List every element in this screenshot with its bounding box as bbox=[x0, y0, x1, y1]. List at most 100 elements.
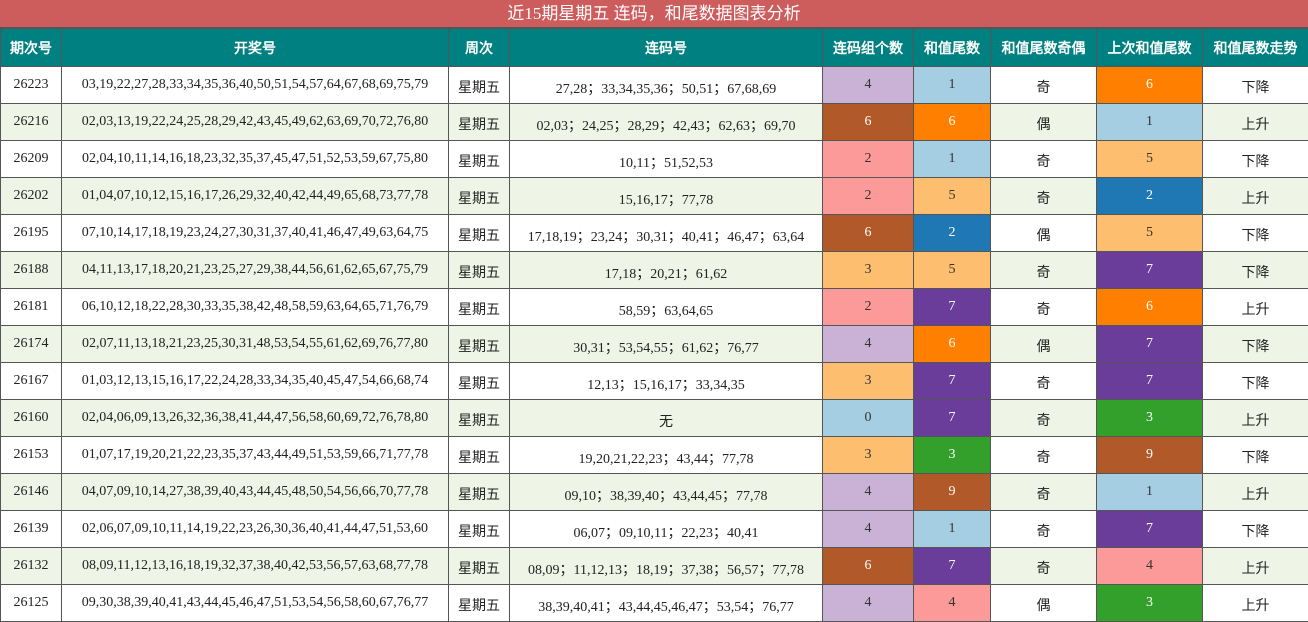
cell-prev-tail: 5 bbox=[1097, 215, 1203, 252]
cell-trend: 上升 bbox=[1203, 104, 1308, 141]
cell-sum-tail: 9 bbox=[914, 474, 991, 511]
cell-issue: 26153 bbox=[1, 437, 62, 474]
cell-prev-tail: 1 bbox=[1097, 104, 1203, 141]
cell-sum-tail: 7 bbox=[914, 289, 991, 326]
cell-group-count: 4 bbox=[823, 585, 914, 622]
cell-parity: 奇 bbox=[991, 437, 1097, 474]
cell-group-count: 2 bbox=[823, 289, 914, 326]
cell-parity: 奇 bbox=[991, 511, 1097, 548]
cell-weekday: 星期五 bbox=[449, 67, 510, 104]
cell-issue: 26216 bbox=[1, 104, 62, 141]
cell-group-count: 2 bbox=[823, 141, 914, 178]
cell-trend: 下降 bbox=[1203, 67, 1308, 104]
cell-prev-tail: 6 bbox=[1097, 289, 1203, 326]
cell-lianma: 无 bbox=[510, 400, 823, 437]
cell-lianma: 12,13；15,16,17；33,34,35 bbox=[510, 363, 823, 400]
table-row: 2614604,07,09,10,14,27,38,39,40,43,44,45… bbox=[1, 474, 1308, 511]
table-header-row: 期次号 开奖号 周次 连码号 连码组个数 和值尾数 和值尾数奇偶 上次和值尾数 … bbox=[1, 29, 1308, 67]
cell-weekday: 星期五 bbox=[449, 474, 510, 511]
table-row: 2619507,10,14,17,18,19,23,24,27,30,31,37… bbox=[1, 215, 1308, 252]
cell-prev-tail: 6 bbox=[1097, 67, 1203, 104]
cell-group-count: 3 bbox=[823, 437, 914, 474]
cell-numbers: 01,04,07,10,12,15,16,17,26,29,32,40,42,4… bbox=[62, 178, 449, 215]
cell-issue: 26160 bbox=[1, 400, 62, 437]
cell-trend: 上升 bbox=[1203, 474, 1308, 511]
table-row: 2616701,03,12,13,15,16,17,22,24,28,33,34… bbox=[1, 363, 1308, 400]
header-parity: 和值尾数奇偶 bbox=[991, 29, 1097, 67]
cell-parity: 奇 bbox=[991, 548, 1097, 585]
cell-group-count: 4 bbox=[823, 474, 914, 511]
cell-numbers: 08,09,11,12,13,16,18,19,32,37,38,40,42,5… bbox=[62, 548, 449, 585]
cell-lianma: 10,11；51,52,53 bbox=[510, 141, 823, 178]
cell-parity: 奇 bbox=[991, 67, 1097, 104]
cell-group-count: 6 bbox=[823, 104, 914, 141]
table-row: 2613902,06,07,09,10,11,14,19,22,23,26,30… bbox=[1, 511, 1308, 548]
cell-parity: 奇 bbox=[991, 289, 1097, 326]
cell-group-count: 2 bbox=[823, 178, 914, 215]
cell-sum-tail: 7 bbox=[914, 363, 991, 400]
cell-weekday: 星期五 bbox=[449, 326, 510, 363]
cell-lianma: 15,16,17；77,78 bbox=[510, 178, 823, 215]
cell-lianma: 27,28；33,34,35,36；50,51；67,68,69 bbox=[510, 67, 823, 104]
cell-numbers: 02,04,10,11,14,16,18,23,32,35,37,45,47,5… bbox=[62, 141, 449, 178]
cell-parity: 奇 bbox=[991, 363, 1097, 400]
analysis-table: 期次号 开奖号 周次 连码号 连码组个数 和值尾数 和值尾数奇偶 上次和值尾数 … bbox=[0, 28, 1308, 622]
cell-issue: 26181 bbox=[1, 289, 62, 326]
cell-parity: 偶 bbox=[991, 215, 1097, 252]
cell-sum-tail: 1 bbox=[914, 511, 991, 548]
header-group-count: 连码组个数 bbox=[823, 29, 914, 67]
header-weekday: 周次 bbox=[449, 29, 510, 67]
cell-weekday: 星期五 bbox=[449, 437, 510, 474]
cell-weekday: 星期五 bbox=[449, 400, 510, 437]
table-row: 2620902,04,10,11,14,16,18,23,32,35,37,45… bbox=[1, 141, 1308, 178]
cell-numbers: 02,04,06,09,13,26,32,36,38,41,44,47,56,5… bbox=[62, 400, 449, 437]
header-sum-tail: 和值尾数 bbox=[914, 29, 991, 67]
header-issue: 期次号 bbox=[1, 29, 62, 67]
cell-issue: 26125 bbox=[1, 585, 62, 622]
cell-trend: 下降 bbox=[1203, 437, 1308, 474]
cell-lianma: 30,31；53,54,55；61,62；76,77 bbox=[510, 326, 823, 363]
cell-group-count: 3 bbox=[823, 252, 914, 289]
cell-prev-tail: 2 bbox=[1097, 178, 1203, 215]
cell-lianma: 19,20,21,22,23；43,44；77,78 bbox=[510, 437, 823, 474]
cell-weekday: 星期五 bbox=[449, 511, 510, 548]
header-trend: 和值尾数走势 bbox=[1203, 29, 1308, 67]
cell-trend: 上升 bbox=[1203, 289, 1308, 326]
cell-group-count: 4 bbox=[823, 67, 914, 104]
cell-sum-tail: 5 bbox=[914, 178, 991, 215]
cell-numbers: 02,07,11,13,18,21,23,25,30,31,48,53,54,5… bbox=[62, 326, 449, 363]
table-row: 2612509,30,38,39,40,41,43,44,45,46,47,51… bbox=[1, 585, 1308, 622]
cell-issue: 26174 bbox=[1, 326, 62, 363]
table-row: 2618106,10,12,18,22,28,30,33,35,38,42,48… bbox=[1, 289, 1308, 326]
cell-numbers: 03,19,22,27,28,33,34,35,36,40,50,51,54,5… bbox=[62, 67, 449, 104]
cell-lianma: 17,18,19；23,24；30,31；40,41；46,47；63,64 bbox=[510, 215, 823, 252]
cell-sum-tail: 1 bbox=[914, 141, 991, 178]
cell-parity: 偶 bbox=[991, 585, 1097, 622]
table-row: 2615301,07,17,19,20,21,22,23,35,37,43,44… bbox=[1, 437, 1308, 474]
table-row: 2618804,11,13,17,18,20,21,23,25,27,29,38… bbox=[1, 252, 1308, 289]
cell-parity: 奇 bbox=[991, 474, 1097, 511]
cell-lianma: 17,18；20,21；61,62 bbox=[510, 252, 823, 289]
cell-sum-tail: 3 bbox=[914, 437, 991, 474]
cell-parity: 奇 bbox=[991, 141, 1097, 178]
cell-sum-tail: 7 bbox=[914, 548, 991, 585]
cell-prev-tail: 4 bbox=[1097, 548, 1203, 585]
table-row: 2617402,07,11,13,18,21,23,25,30,31,48,53… bbox=[1, 326, 1308, 363]
cell-trend: 上升 bbox=[1203, 178, 1308, 215]
cell-prev-tail: 7 bbox=[1097, 511, 1203, 548]
cell-lianma: 38,39,40,41；43,44,45,46,47；53,54；76,77 bbox=[510, 585, 823, 622]
header-lianma: 连码号 bbox=[510, 29, 823, 67]
cell-numbers: 04,11,13,17,18,20,21,23,25,27,29,38,44,5… bbox=[62, 252, 449, 289]
cell-trend: 下降 bbox=[1203, 141, 1308, 178]
cell-sum-tail: 2 bbox=[914, 215, 991, 252]
cell-numbers: 02,06,07,09,10,11,14,19,22,23,26,30,36,4… bbox=[62, 511, 449, 548]
cell-issue: 26132 bbox=[1, 548, 62, 585]
cell-issue: 26139 bbox=[1, 511, 62, 548]
table-row: 2616002,04,06,09,13,26,32,36,38,41,44,47… bbox=[1, 400, 1308, 437]
cell-prev-tail: 5 bbox=[1097, 141, 1203, 178]
cell-issue: 26188 bbox=[1, 252, 62, 289]
cell-sum-tail: 1 bbox=[914, 67, 991, 104]
cell-lianma: 08,09；11,12,13；18,19；37,38；56,57；77,78 bbox=[510, 548, 823, 585]
cell-sum-tail: 4 bbox=[914, 585, 991, 622]
cell-weekday: 星期五 bbox=[449, 289, 510, 326]
